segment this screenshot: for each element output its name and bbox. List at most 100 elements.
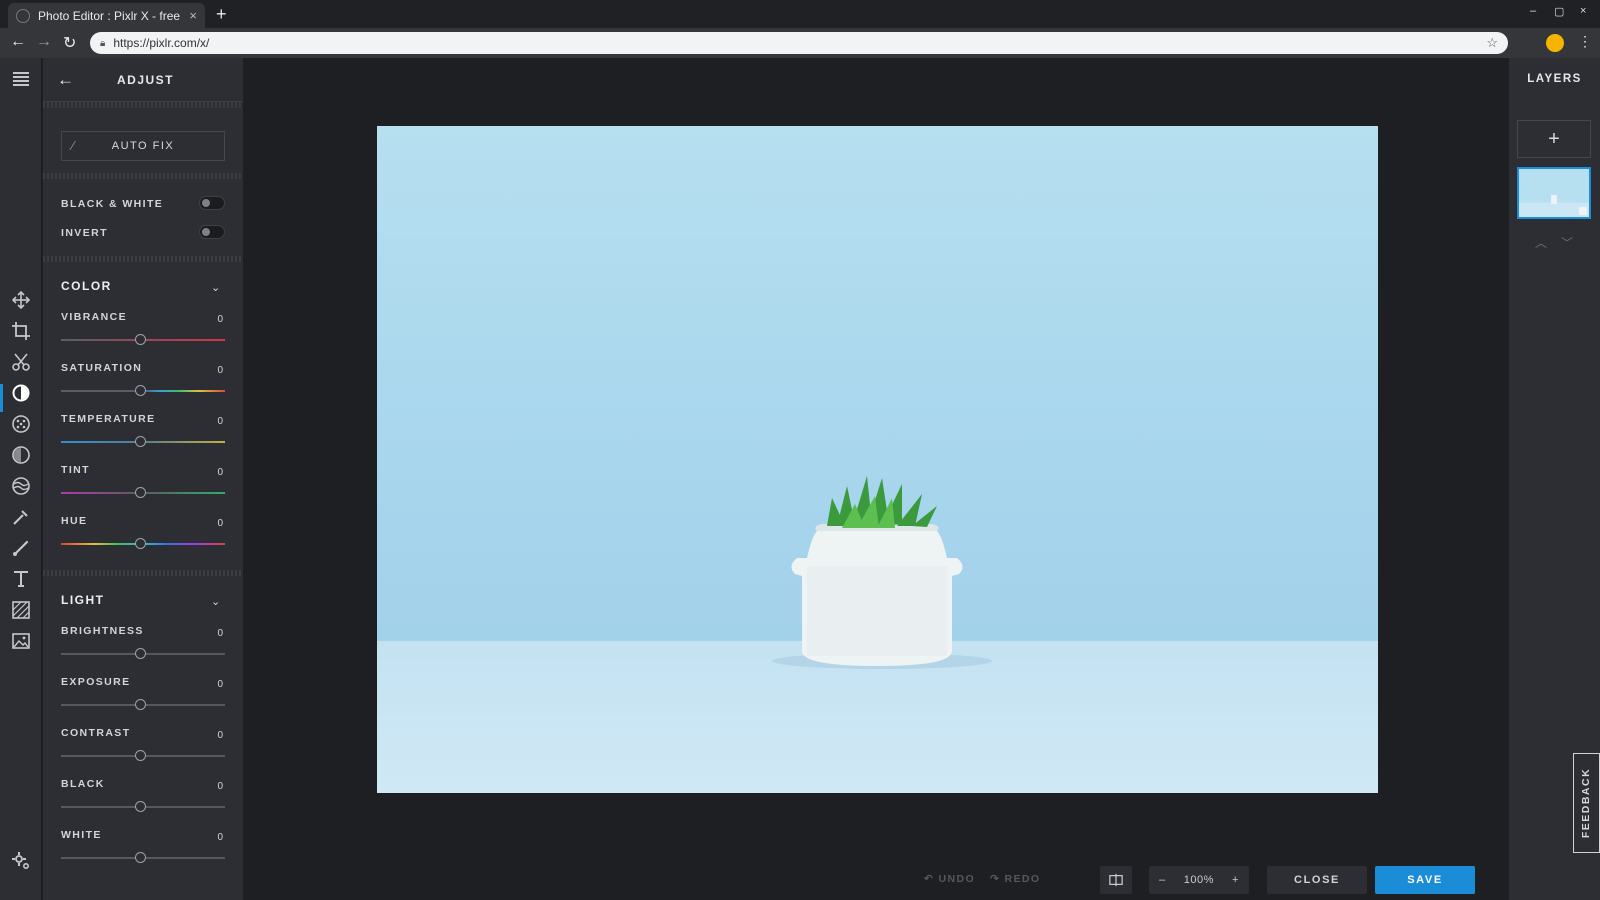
minimize-button[interactable]: – [1530,5,1536,17]
divider [43,256,243,262]
divider [43,102,243,108]
white-value: 0 [217,832,223,843]
browser-toolbar: ← → ↻ 🔒︎ https://pixlr.com/x/ ☆ ⋮ [0,28,1600,58]
photo-canvas[interactable] [377,126,1378,793]
panel-header: ← ADJUST [43,58,243,102]
succulent-pot-image [772,476,992,669]
contrast-slider-thumb[interactable] [135,750,146,761]
maximize-button[interactable]: ▢ [1554,5,1564,18]
redo-label: REDO [1004,873,1041,885]
panel-title: ADJUST [117,73,175,87]
tab-close-icon[interactable]: × [189,8,197,23]
hue-slider-thumb[interactable] [135,538,146,549]
back-arrow-icon[interactable]: ← [57,70,74,90]
tint-label: TINT [61,464,90,476]
url-text: https://pixlr.com/x/ [113,36,210,50]
thumbnail-content [1551,195,1557,204]
temperature-slider-thumb[interactable] [135,436,146,447]
arrange-icon[interactable] [10,289,32,311]
adjust-icon[interactable] [10,382,32,404]
hue-label: HUE [61,515,88,527]
undo-button[interactable]: ↶ UNDO [924,873,975,885]
auto-fix-label: AUTO FIX [111,140,175,152]
text-icon[interactable] [10,568,32,590]
contrast-label: CONTRAST [61,727,131,739]
hue-value: 0 [217,518,223,529]
invert-toggle[interactable] [199,225,225,239]
divider [43,570,243,576]
browser-menu-icon[interactable]: ⋮ [1578,33,1592,50]
tint-slider-thumb[interactable] [135,487,146,498]
black-white-label: BLACK & WHITE [61,198,164,210]
zoom-control: – 100% + [1149,866,1249,894]
retouch-icon[interactable] [10,506,32,528]
feedback-tab[interactable]: FEEDBACK [1573,753,1600,853]
black-slider-thumb[interactable] [135,801,146,812]
vibrance-slider-thumb[interactable] [135,334,146,345]
brightness-value: 0 [217,628,223,639]
brightness-slider-thumb[interactable] [135,648,146,659]
tool-rail [0,58,42,900]
compare-icon [1109,873,1123,887]
reload-icon[interactable]: ↻ [63,33,76,53]
effect-icon[interactable] [10,444,32,466]
save-button[interactable]: SAVE [1375,866,1475,894]
liquify-icon[interactable] [10,475,32,497]
feedback-label: FEEDBACK [1580,767,1593,839]
cutout-icon[interactable] [10,351,32,373]
layers-title: LAYERS [1527,73,1582,85]
close-button[interactable]: CLOSE [1267,866,1367,894]
saturation-slider-thumb[interactable] [135,385,146,396]
draw-icon[interactable] [10,537,32,559]
white-label: WHITE [61,829,102,841]
exposure-label: EXPOSURE [61,676,131,688]
forward-icon[interactable]: → [36,33,52,51]
lock-icon [1579,207,1587,215]
redo-button[interactable]: ↷ REDO [990,873,1040,885]
zoom-out-button[interactable]: – [1159,874,1166,886]
saturation-label: SATURATION [61,362,143,374]
color-section-title[interactable]: COLOR [61,279,112,293]
favicon-icon [16,8,30,23]
new-tab-button[interactable]: + [216,4,227,25]
settings-icon[interactable] [10,850,32,872]
color-collapse-chevron-icon[interactable]: ⌄ [211,281,220,294]
light-section-title[interactable]: LIGHT [61,593,105,607]
light-collapse-chevron-icon[interactable]: ⌄ [211,595,220,608]
crop-icon[interactable] [10,320,32,342]
magic-wand-icon: ⁄ [72,138,76,153]
undo-label: UNDO [938,873,976,885]
layer-thumbnail[interactable] [1517,167,1591,219]
window-close-button[interactable]: × [1580,5,1586,17]
divider [43,173,243,179]
invert-label: INVERT [61,227,108,239]
menu-icon[interactable] [10,68,32,90]
pixlr-app: ← ADJUST ⁄ AUTO FIX BLACK & WHITE INVERT… [0,58,1600,900]
saturation-value: 0 [217,365,223,376]
adjust-panel: ← ADJUST ⁄ AUTO FIX BLACK & WHITE INVERT… [43,58,243,900]
black-white-toggle[interactable] [199,196,225,210]
layer-move-up-icon[interactable]: ︿ [1535,234,1547,251]
exposure-slider-thumb[interactable] [135,699,146,710]
white-slider-thumb[interactable] [135,852,146,863]
add-layer-button[interactable]: + [1517,120,1591,158]
auto-fix-button[interactable]: ⁄ AUTO FIX [61,131,225,161]
tint-value: 0 [217,467,223,478]
exposure-value: 0 [217,679,223,690]
lock-icon: 🔒︎ [100,37,106,49]
filter-icon[interactable] [10,413,32,435]
extension-icon[interactable] [1546,34,1564,52]
layer-move-down-icon[interactable]: ﹀ [1561,234,1573,251]
back-icon[interactable]: ← [10,33,26,51]
black-label: BLACK [61,778,105,790]
elements-icon[interactable] [10,599,32,621]
add-image-icon[interactable] [10,630,32,652]
compare-button[interactable] [1100,866,1132,894]
address-bar[interactable]: 🔒︎ https://pixlr.com/x/ ☆ [90,32,1508,54]
browser-tab[interactable]: Photo Editor : Pixlr X - free image edit… [8,3,205,28]
contrast-value: 0 [217,730,223,741]
active-tool-indicator [0,384,3,412]
tab-title: Photo Editor : Pixlr X - free image edit… [38,8,183,23]
bookmark-star-icon[interactable]: ☆ [1486,35,1498,51]
zoom-in-button[interactable]: + [1232,874,1239,886]
